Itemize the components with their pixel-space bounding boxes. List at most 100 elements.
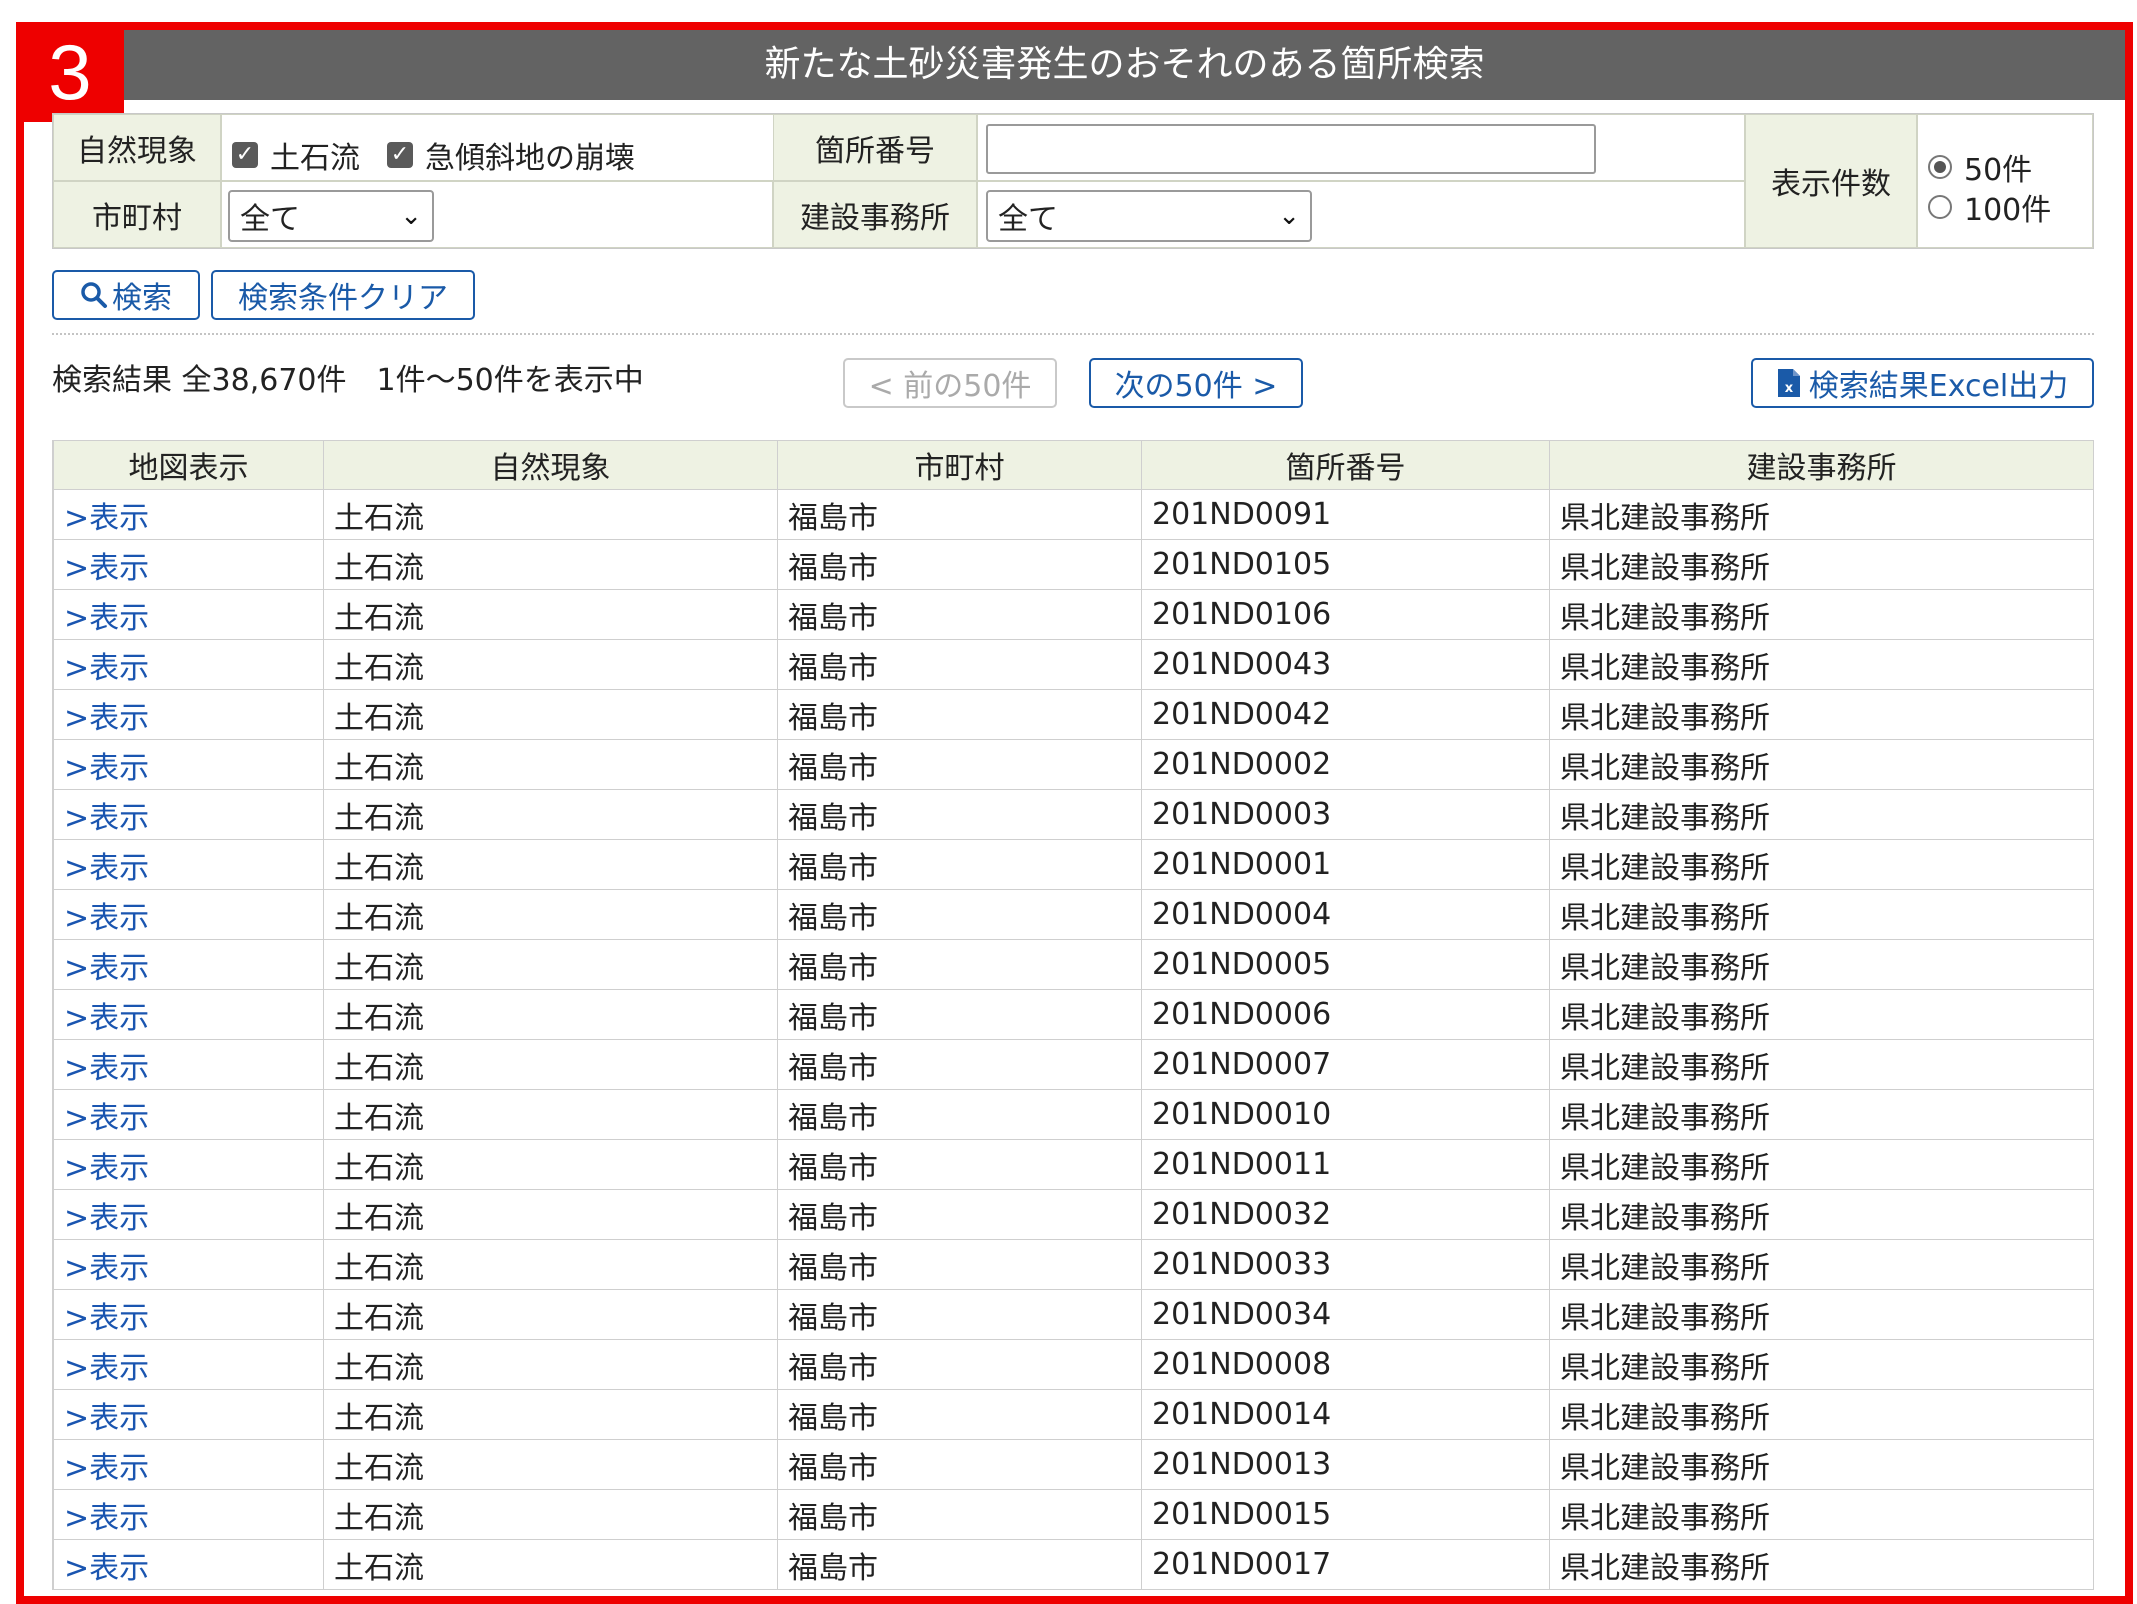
location-number-cell: 201ND0105 [1141,539,1550,590]
office-cell: 県北建設事務所 [1549,689,2093,740]
location-number-cell: 201ND0032 [1141,1189,1550,1240]
phenomenon-cell: 土石流 [323,1239,778,1290]
map-display-link[interactable]: >表示 [64,1201,149,1236]
municipality-cell: 福島市 [777,839,1142,890]
municipality-cell: 全て ⌄ [221,181,773,248]
svg-text:x: x [1785,381,1794,396]
phenomenon-cell: 土石流 [323,789,778,840]
checkbox-checked-icon[interactable]: ✓ [387,142,413,168]
map-display-link[interactable]: >表示 [64,901,149,936]
column-header-location-number[interactable]: 箇所番号 [1141,440,1550,490]
location-number-cell: 201ND0014 [1141,1389,1550,1440]
search-button-label: 検索 [112,281,172,316]
municipality-cell: 福島市 [777,1089,1142,1140]
map-cell: >表示 [53,1239,324,1290]
map-display-link[interactable]: >表示 [64,1001,149,1036]
display-count-radio-100[interactable]: 100件 [1928,185,2051,229]
radio-selected-icon[interactable] [1928,155,1952,179]
office-cell: 県北建設事務所 [1549,1539,2093,1590]
map-display-link[interactable]: >表示 [64,951,149,986]
office-cell: 県北建設事務所 [1549,989,2093,1040]
phenomenon-cell: 土石流 [323,539,778,590]
display-count-radio-50[interactable]: 50件 [1928,145,2032,189]
prev-page-button[interactable]: < 前の50件 [843,358,1057,408]
map-display-link[interactable]: >表示 [64,601,149,636]
map-display-link[interactable]: >表示 [64,1301,149,1336]
excel-export-button[interactable]: x 検索結果Excel出力 [1751,358,2094,408]
municipality-cell: 福島市 [777,1389,1142,1440]
column-header-office[interactable]: 建設事務所 [1549,440,2093,490]
column-header-phenomenon[interactable]: 自然現象 [323,440,778,490]
location-number-cell: 201ND0002 [1141,739,1550,790]
map-display-link[interactable]: >表示 [64,1501,149,1536]
office-cell: 県北建設事務所 [1549,1139,2093,1190]
divider [52,333,2094,335]
municipality-cell: 福島市 [777,1339,1142,1390]
map-display-link[interactable]: >表示 [64,801,149,836]
municipality-cell: 福島市 [777,739,1142,790]
next-page-button[interactable]: 次の50件 > [1089,358,1303,408]
search-button[interactable]: 検索 [52,270,200,320]
phenomenon-label: 自然現象 [53,114,221,181]
display-count-options: 50件 100件 [1917,114,2093,248]
radio-label: 50件 [1964,153,2033,188]
location-number-cell: 201ND0004 [1141,889,1550,940]
municipality-cell: 福島市 [777,1139,1142,1190]
table-row: >表示 土石流 福島市 201ND0091 県北建設事務所 [53,489,2093,540]
phenomenon-cell: 土石流 [323,889,778,940]
location-number-input[interactable] [986,124,1596,174]
table-row: >表示 土石流 福島市 201ND0032 県北建設事務所 [53,1189,2093,1240]
table-row: >表示 土石流 福島市 201ND0008 県北建設事務所 [53,1339,2093,1390]
municipality-label: 市町村 [53,181,221,248]
map-display-link[interactable]: >表示 [64,1551,149,1586]
map-display-link[interactable]: >表示 [64,751,149,786]
phenomenon-options: ✓ 土石流 ✓ 急傾斜地の崩壊 [221,114,825,181]
phenomenon-cell: 土石流 [323,1439,778,1490]
map-cell: >表示 [53,889,324,940]
map-cell: >表示 [53,539,324,590]
phenomenon-cell: 土石流 [323,1189,778,1240]
table-row: >表示 土石流 福島市 201ND0034 県北建設事務所 [53,1289,2093,1340]
phenomenon-checkbox-debris-flow[interactable]: ✓ 土石流 [232,133,360,177]
phenomenon-cell: 土石流 [323,689,778,740]
office-cell: 県北建設事務所 [1549,1439,2093,1490]
office-cell: 県北建設事務所 [1549,739,2093,790]
map-display-link[interactable]: >表示 [64,651,149,686]
map-display-link[interactable]: >表示 [64,1401,149,1436]
map-display-link[interactable]: >表示 [64,1051,149,1086]
office-cell: 県北建設事務所 [1549,789,2093,840]
map-display-link[interactable]: >表示 [64,1151,149,1186]
municipality-cell: 福島市 [777,589,1142,640]
checkbox-label: 土石流 [270,141,360,176]
municipality-select[interactable]: 全て ⌄ [228,190,434,242]
checkbox-label: 急傾斜地の崩壊 [425,141,635,176]
checkbox-checked-icon[interactable]: ✓ [232,142,258,168]
map-display-link[interactable]: >表示 [64,701,149,736]
map-display-link[interactable]: >表示 [64,501,149,536]
column-header-municipality[interactable]: 市町村 [777,440,1142,490]
map-display-link[interactable]: >表示 [64,1251,149,1286]
municipality-cell: 福島市 [777,1039,1142,1090]
map-cell: >表示 [53,489,324,540]
column-header-map[interactable]: 地図表示 [53,440,324,490]
map-display-link[interactable]: >表示 [64,1451,149,1486]
map-cell: >表示 [53,989,324,1040]
map-display-link[interactable]: >表示 [64,1351,149,1386]
map-display-link[interactable]: >表示 [64,851,149,886]
office-select[interactable]: 全て ⌄ [986,190,1312,242]
map-cell: >表示 [53,739,324,790]
office-cell: 県北建設事務所 [1549,1089,2093,1140]
location-number-cell: 201ND0011 [1141,1139,1550,1190]
excel-export-label: 検索結果Excel出力 [1808,369,2069,404]
clear-conditions-button[interactable]: 検索条件クリア [211,270,475,320]
phenomenon-checkbox-steep-slope[interactable]: ✓ 急傾斜地の崩壊 [387,133,635,177]
radio-unselected-icon[interactable] [1928,195,1952,219]
table-row: >表示 土石流 福島市 201ND0010 県北建設事務所 [53,1089,2093,1140]
map-display-link[interactable]: >表示 [64,551,149,586]
office-cell: 県北建設事務所 [1549,1239,2093,1290]
map-display-link[interactable]: >表示 [64,1101,149,1136]
map-cell: >表示 [53,1389,324,1440]
search-form: 自然現象 ✓ 土石流 ✓ 急傾斜地の崩壊 箇所番号 市町村 全て ⌄ 建設事務所… [52,113,2094,249]
phenomenon-cell: 土石流 [323,939,778,990]
table-row: >表示 土石流 福島市 201ND0042 県北建設事務所 [53,689,2093,740]
